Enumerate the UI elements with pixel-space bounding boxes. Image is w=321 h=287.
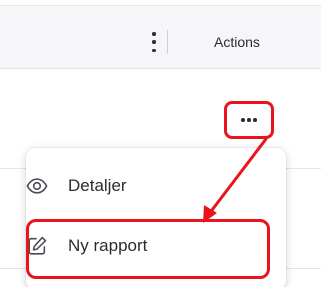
menu-item-details-label: Detaljer [68, 176, 127, 195]
column-menu-icon[interactable] [150, 32, 158, 52]
row-actions-button[interactable] [224, 101, 274, 139]
actions-column-header: Actions [214, 34, 260, 50]
horizontal-ellipsis-icon [227, 118, 271, 122]
menu-item-details[interactable]: Detaljer [0, 158, 260, 214]
screenshot-stage: Actions Detaljer Ny rapport [0, 0, 321, 287]
eye-icon [26, 178, 48, 194]
table-header [0, 6, 321, 69]
column-divider[interactable] [167, 30, 168, 54]
highlight-box [26, 219, 270, 279]
